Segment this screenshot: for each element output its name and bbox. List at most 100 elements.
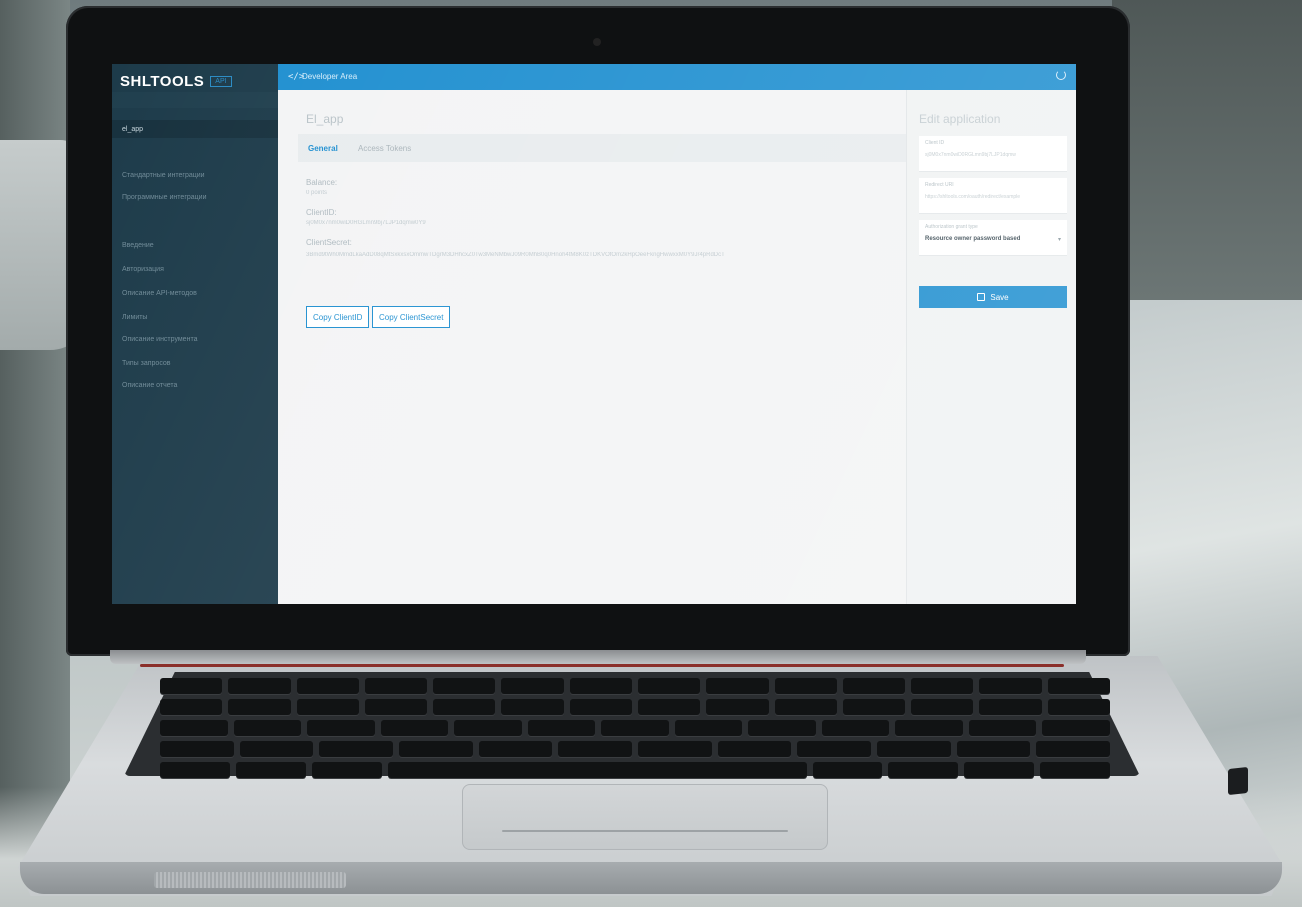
key[interactable] bbox=[239, 741, 314, 757]
key[interactable] bbox=[1036, 741, 1111, 757]
client-secret-value: 3Bmd9tWh0MmdLkaAdD08qMtSxkxsxOmmwTDgrM3D… bbox=[306, 252, 725, 258]
sidebar-item-limits[interactable]: Лимиты bbox=[112, 308, 278, 326]
grant-type-select[interactable]: Authorization grant type Resource owner … bbox=[919, 220, 1067, 256]
copy-client-secret-button[interactable]: Copy ClientSecret bbox=[372, 306, 451, 328]
logo-text: SHLTOOLS bbox=[120, 72, 205, 90]
key[interactable] bbox=[160, 699, 223, 715]
sidebar-item-el-app[interactable]: el_app bbox=[112, 120, 278, 138]
floppy-disk-icon bbox=[977, 293, 986, 301]
key[interactable] bbox=[501, 678, 564, 694]
key[interactable] bbox=[307, 720, 375, 736]
key[interactable] bbox=[717, 741, 792, 757]
key[interactable] bbox=[748, 720, 816, 736]
balance-label: Balance: bbox=[306, 178, 338, 187]
key[interactable] bbox=[501, 699, 564, 715]
sidebar-item-standard-integrations[interactable]: Стандартные интеграции bbox=[112, 166, 278, 184]
key[interactable] bbox=[821, 720, 890, 736]
key[interactable] bbox=[979, 678, 1042, 694]
tab-general[interactable]: General bbox=[308, 144, 338, 153]
key[interactable] bbox=[558, 741, 633, 757]
key[interactable] bbox=[311, 762, 382, 778]
key[interactable] bbox=[380, 720, 449, 736]
key[interactable] bbox=[235, 762, 306, 778]
key[interactable] bbox=[637, 678, 701, 694]
sidebar-item-program-integrations[interactable]: Программные интеграции bbox=[112, 188, 278, 206]
key[interactable] bbox=[160, 720, 228, 736]
key[interactable] bbox=[601, 720, 669, 736]
logout-icon[interactable] bbox=[1056, 70, 1066, 80]
key[interactable] bbox=[774, 678, 837, 694]
key[interactable] bbox=[706, 699, 769, 715]
client-secret-label: ClientSecret: bbox=[306, 238, 352, 247]
key[interactable] bbox=[956, 741, 1031, 757]
key[interactable] bbox=[319, 741, 394, 757]
key[interactable] bbox=[1047, 699, 1110, 715]
key[interactable] bbox=[228, 678, 291, 694]
key[interactable] bbox=[296, 678, 359, 694]
key[interactable] bbox=[968, 720, 1037, 736]
key[interactable] bbox=[569, 699, 632, 715]
redirect-uri-field-label: Redirect URI bbox=[925, 182, 954, 188]
key[interactable] bbox=[674, 720, 743, 736]
key[interactable] bbox=[160, 741, 234, 757]
sidebar-item-report-description[interactable]: Описание отчета bbox=[112, 376, 278, 394]
key[interactable] bbox=[706, 678, 769, 694]
copy-client-id-button[interactable]: Copy ClientID bbox=[306, 306, 370, 328]
logo-badge: API bbox=[210, 75, 232, 87]
key[interactable] bbox=[296, 699, 359, 715]
key[interactable] bbox=[569, 678, 632, 694]
key[interactable] bbox=[812, 762, 883, 778]
webcam-icon bbox=[593, 38, 601, 46]
key[interactable] bbox=[877, 741, 951, 757]
keyboard-row bbox=[160, 720, 1110, 736]
redirect-uri-field-value: https://shltools.com/oauth/redirect/exam… bbox=[925, 194, 1021, 200]
client-id-value: sj0M0x7nm0wiD0RGLmn9bj7LJP1dqmw0Y9 bbox=[306, 220, 426, 226]
key[interactable] bbox=[454, 720, 522, 736]
key[interactable] bbox=[637, 699, 701, 715]
save-button[interactable]: Save bbox=[919, 286, 1067, 308]
speaker-grille bbox=[154, 872, 346, 888]
redirect-uri-field[interactable]: Redirect URI https://shltools.com/oauth/… bbox=[919, 178, 1067, 214]
key[interactable] bbox=[233, 720, 302, 736]
keyboard-row bbox=[160, 699, 1110, 715]
key[interactable] bbox=[228, 699, 291, 715]
key[interactable] bbox=[1042, 720, 1110, 736]
key[interactable] bbox=[888, 762, 959, 778]
client-id-field[interactable]: Client ID sj0M0x7nm0wiD0RGLmn9bj7LJP1dqm… bbox=[919, 136, 1067, 172]
key[interactable] bbox=[842, 678, 906, 694]
sidebar: SHLTOOLS API el_app Стандартные интеграц… bbox=[112, 64, 278, 604]
key[interactable] bbox=[797, 741, 872, 757]
client-id-field-value: sj0M0x7nm0wiD0RGLmn9bj7LJP1dqmw bbox=[925, 152, 1016, 158]
key[interactable] bbox=[964, 762, 1035, 778]
keyboard bbox=[160, 678, 1111, 778]
key[interactable] bbox=[364, 678, 428, 694]
sidebar-item-api-methods[interactable]: Описание API-методов bbox=[112, 284, 278, 302]
key[interactable] bbox=[478, 741, 553, 757]
key[interactable] bbox=[527, 720, 596, 736]
sidebar-item-auth[interactable]: Авторизация bbox=[112, 260, 278, 278]
key[interactable] bbox=[979, 699, 1042, 715]
key[interactable] bbox=[1047, 678, 1110, 694]
tab-access-tokens[interactable]: Access Tokens bbox=[358, 144, 411, 153]
spacebar-key[interactable] bbox=[387, 762, 807, 778]
app-logo[interactable]: SHLTOOLS API bbox=[120, 70, 232, 92]
key[interactable] bbox=[911, 699, 974, 715]
key[interactable] bbox=[399, 741, 473, 757]
background-couch-left bbox=[0, 0, 70, 907]
key[interactable] bbox=[895, 720, 963, 736]
key[interactable] bbox=[364, 699, 428, 715]
sidebar-item-request-types[interactable]: Типы запросов bbox=[112, 354, 278, 372]
touchpad[interactable] bbox=[462, 784, 828, 850]
sidebar-item-tool-description[interactable]: Описание инструмента bbox=[112, 330, 278, 348]
key[interactable] bbox=[911, 678, 974, 694]
key[interactable] bbox=[433, 678, 496, 694]
sidebar-item-intro[interactable]: Введение bbox=[112, 236, 278, 254]
key[interactable] bbox=[638, 741, 712, 757]
key[interactable] bbox=[1040, 762, 1110, 778]
key[interactable] bbox=[842, 699, 906, 715]
page-title: El_app bbox=[306, 112, 344, 126]
key[interactable] bbox=[160, 678, 223, 694]
key[interactable] bbox=[160, 762, 230, 778]
key[interactable] bbox=[433, 699, 496, 715]
key[interactable] bbox=[774, 699, 837, 715]
